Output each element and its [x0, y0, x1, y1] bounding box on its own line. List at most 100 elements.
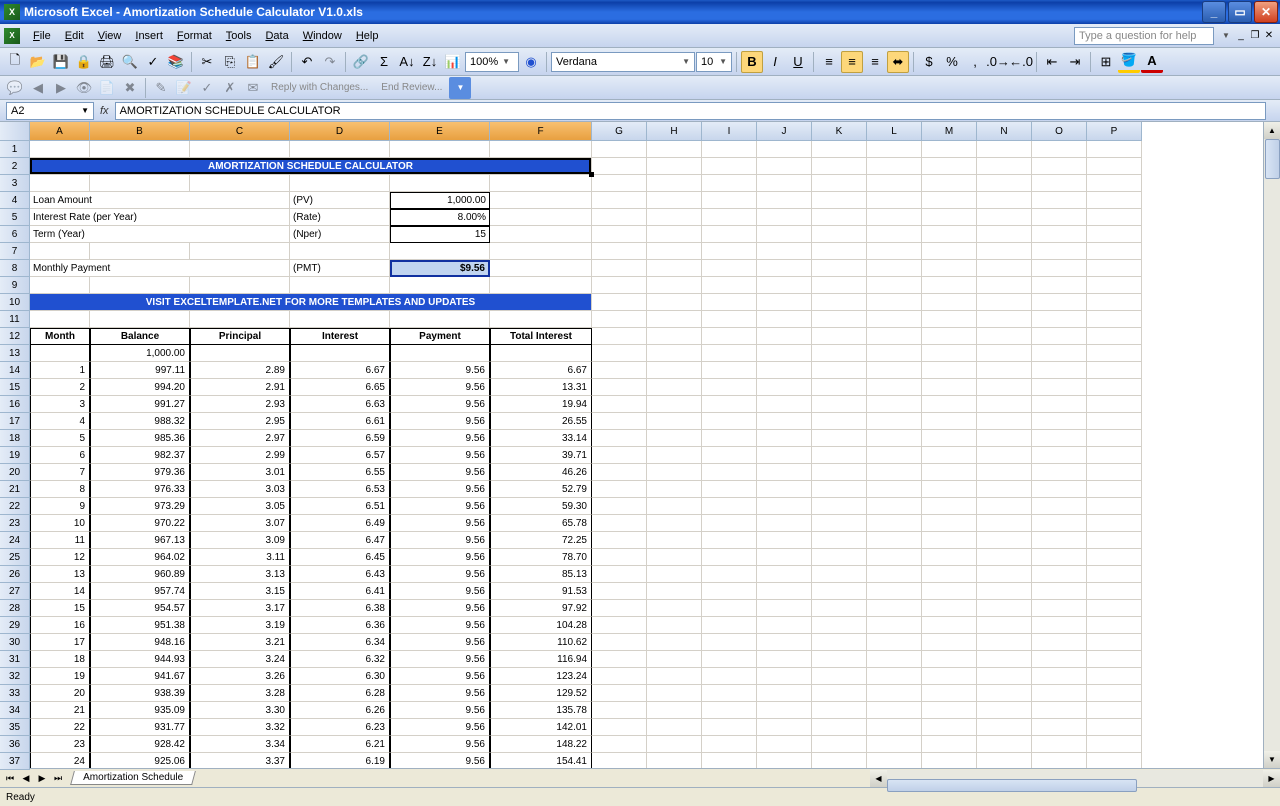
cell[interactable] — [1032, 753, 1087, 768]
sort-desc-icon[interactable]: Z↓ — [419, 51, 441, 73]
cell[interactable] — [867, 549, 922, 566]
cell[interactable] — [592, 634, 647, 651]
toolbar-options-icon[interactable]: ▼ — [449, 77, 471, 99]
cell[interactable] — [867, 311, 922, 328]
row-header[interactable]: 5 — [0, 209, 30, 226]
cell[interactable] — [1087, 328, 1142, 345]
cell[interactable] — [812, 447, 867, 464]
new-comment-icon[interactable]: 💬 — [4, 77, 26, 99]
cell[interactable] — [977, 600, 1032, 617]
cell[interactable] — [647, 345, 702, 362]
cell[interactable] — [812, 702, 867, 719]
cell[interactable] — [867, 753, 922, 768]
cell[interactable] — [757, 294, 812, 311]
cell[interactable]: 2 — [30, 379, 90, 396]
minimize-button[interactable]: _ — [1202, 1, 1226, 23]
cell[interactable] — [977, 464, 1032, 481]
cell[interactable] — [977, 396, 1032, 413]
cell[interactable] — [922, 158, 977, 175]
cell[interactable]: 6.23 — [290, 719, 390, 736]
cell[interactable] — [812, 396, 867, 413]
cell[interactable] — [977, 447, 1032, 464]
cell[interactable] — [867, 345, 922, 362]
cell[interactable] — [647, 294, 702, 311]
cell[interactable] — [1087, 532, 1142, 549]
cell[interactable] — [977, 736, 1032, 753]
cell[interactable] — [592, 430, 647, 447]
cell[interactable]: 7 — [30, 464, 90, 481]
cell[interactable] — [922, 600, 977, 617]
menu-data[interactable]: Data — [258, 28, 295, 44]
cell[interactable] — [1087, 566, 1142, 583]
cell[interactable] — [647, 243, 702, 260]
cell[interactable] — [647, 532, 702, 549]
cell[interactable] — [1032, 141, 1087, 158]
row-header[interactable]: 30 — [0, 634, 30, 651]
cell[interactable] — [592, 328, 647, 345]
tab-prev-icon[interactable]: ◀ — [18, 773, 34, 784]
cell[interactable] — [922, 362, 977, 379]
permission-icon[interactable]: 🔒 — [73, 51, 95, 73]
cell[interactable] — [812, 345, 867, 362]
cell[interactable] — [592, 515, 647, 532]
cell[interactable] — [647, 685, 702, 702]
cell[interactable]: 52.79 — [490, 481, 592, 498]
cell[interactable]: 3.26 — [190, 668, 290, 685]
cell[interactable] — [592, 549, 647, 566]
cell[interactable]: 20 — [30, 685, 90, 702]
cell[interactable] — [1032, 583, 1087, 600]
cell[interactable]: 9.56 — [390, 566, 490, 583]
cell[interactable]: 19.94 — [490, 396, 592, 413]
cell[interactable]: 21 — [30, 702, 90, 719]
cell[interactable] — [1032, 736, 1087, 753]
cell[interactable] — [702, 243, 757, 260]
cell[interactable] — [592, 175, 647, 192]
cell[interactable] — [1087, 447, 1142, 464]
cell[interactable] — [30, 311, 90, 328]
cell[interactable] — [702, 311, 757, 328]
cell[interactable] — [757, 192, 812, 209]
cell[interactable]: Balance — [90, 328, 190, 345]
cell[interactable] — [490, 260, 592, 277]
cell[interactable] — [867, 175, 922, 192]
cell[interactable] — [812, 175, 867, 192]
cell[interactable]: 9.56 — [390, 736, 490, 753]
chart-wizard-icon[interactable]: 📊 — [442, 51, 464, 73]
cell[interactable] — [647, 736, 702, 753]
cell[interactable] — [1087, 243, 1142, 260]
reject-icon[interactable]: ✗ — [219, 77, 241, 99]
cell[interactable] — [702, 736, 757, 753]
cell[interactable]: 6.57 — [290, 447, 390, 464]
cell[interactable] — [922, 396, 977, 413]
cell[interactable] — [290, 175, 390, 192]
cell[interactable]: 23 — [30, 736, 90, 753]
cell[interactable] — [1032, 719, 1087, 736]
row-header[interactable]: 21 — [0, 481, 30, 498]
cell[interactable] — [1032, 362, 1087, 379]
cell[interactable]: 3 — [30, 396, 90, 413]
banner-title[interactable]: AMORTIZATION SCHEDULE CALCULATOR — [30, 158, 592, 175]
row-header[interactable]: 6 — [0, 226, 30, 243]
cell[interactable] — [592, 600, 647, 617]
cell[interactable] — [702, 634, 757, 651]
cell[interactable] — [1087, 209, 1142, 226]
cell[interactable]: 17 — [30, 634, 90, 651]
cell[interactable] — [702, 328, 757, 345]
cell[interactable]: 11 — [30, 532, 90, 549]
cell[interactable] — [977, 311, 1032, 328]
cell[interactable]: 2.95 — [190, 413, 290, 430]
cell[interactable] — [592, 311, 647, 328]
cell[interactable] — [922, 685, 977, 702]
cell[interactable] — [1032, 158, 1087, 175]
cell[interactable] — [922, 226, 977, 243]
cell[interactable] — [702, 719, 757, 736]
cell[interactable] — [977, 158, 1032, 175]
cell[interactable] — [647, 464, 702, 481]
cell[interactable] — [490, 311, 592, 328]
cell[interactable] — [867, 736, 922, 753]
cell[interactable]: 925.06 — [90, 753, 190, 768]
cell[interactable] — [647, 753, 702, 768]
col-header-B[interactable]: B — [90, 122, 190, 141]
cell[interactable] — [922, 515, 977, 532]
cell[interactable]: 1,000.00 — [390, 192, 490, 209]
